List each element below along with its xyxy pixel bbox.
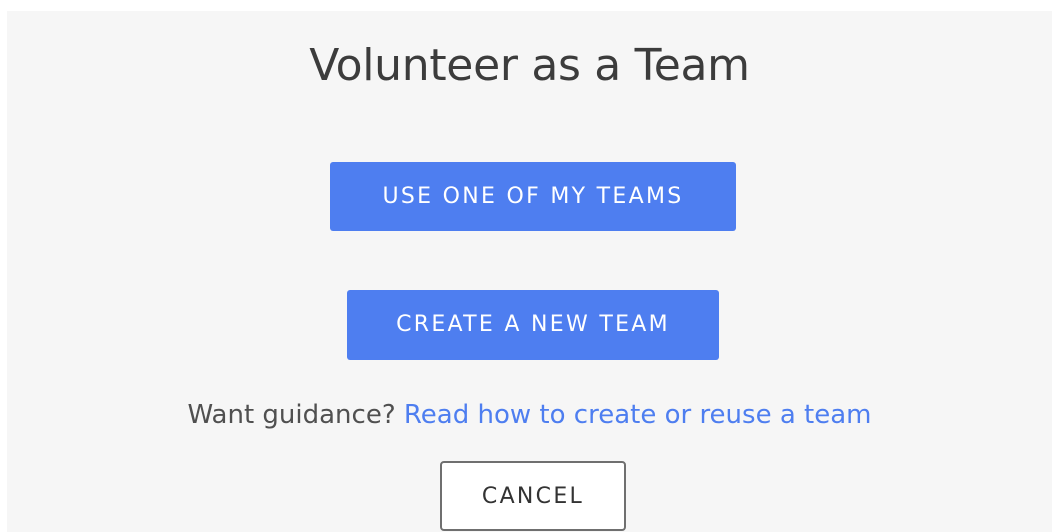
dialog-title: Volunteer as a Team <box>309 40 750 91</box>
guidance-text: Want guidance? Read how to create or reu… <box>7 395 1052 435</box>
cancel-button[interactable]: CANCEL <box>440 461 626 531</box>
create-new-team-button[interactable]: CREATE A NEW TEAM <box>347 290 719 360</box>
volunteer-team-dialog: Volunteer as a Team USE ONE OF MY TEAMS … <box>7 11 1052 532</box>
guidance-prefix: Want guidance? <box>187 400 396 430</box>
guidance-link[interactable]: Read how to create or reuse a team <box>404 400 872 430</box>
use-one-of-my-teams-button[interactable]: USE ONE OF MY TEAMS <box>330 162 736 231</box>
